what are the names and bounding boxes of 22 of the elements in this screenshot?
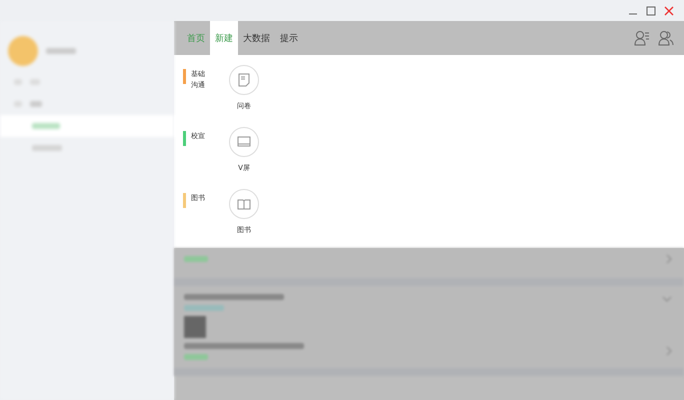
monitor-icon bbox=[237, 136, 251, 148]
tab[interactable]: 提示 bbox=[275, 21, 303, 55]
item-icon-button[interactable] bbox=[229, 65, 259, 95]
tab[interactable]: 新建 bbox=[210, 21, 238, 55]
blurred-text bbox=[32, 123, 60, 129]
qr-code-icon bbox=[184, 316, 206, 338]
blurred-text bbox=[184, 305, 224, 311]
book-icon bbox=[237, 198, 251, 210]
blurred-text bbox=[46, 48, 76, 54]
blurred-text bbox=[30, 101, 42, 107]
blurred-text bbox=[184, 256, 208, 262]
avatar bbox=[8, 36, 38, 66]
item-icon-button[interactable] bbox=[229, 189, 259, 219]
tab[interactable]: 大数据 bbox=[238, 21, 275, 55]
item-icon-button[interactable] bbox=[229, 127, 259, 157]
user-list-icon[interactable] bbox=[634, 30, 650, 46]
close-icon[interactable] bbox=[664, 6, 674, 16]
blurred-text bbox=[184, 354, 208, 360]
document-icon bbox=[238, 73, 250, 87]
blurred-text bbox=[32, 145, 62, 151]
users-icon[interactable] bbox=[658, 30, 674, 46]
maximize-icon[interactable] bbox=[646, 6, 656, 16]
